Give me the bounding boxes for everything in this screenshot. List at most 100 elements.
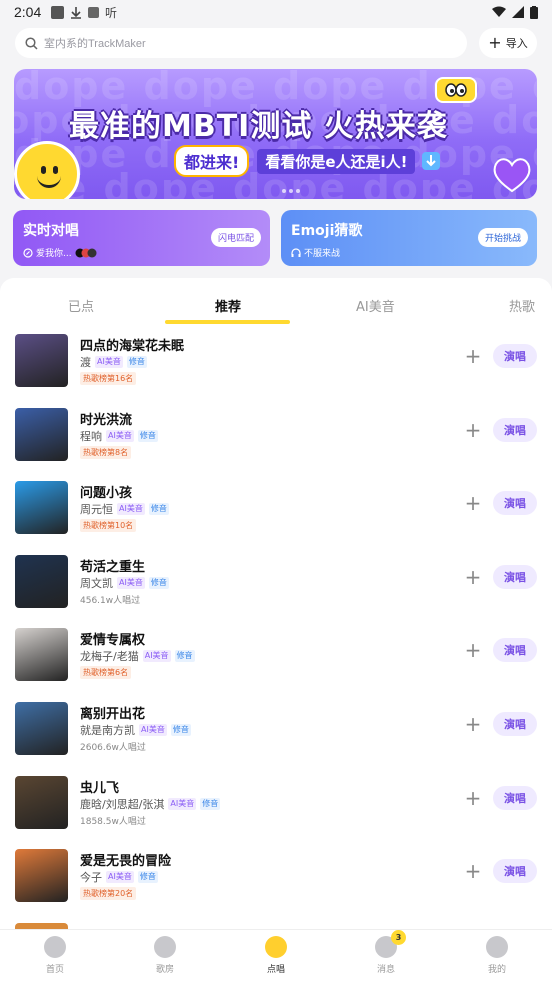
nav-room[interactable]: 歌房: [135, 936, 195, 975]
heart-icon: [493, 158, 531, 193]
pitch-fix-tag: 修音: [148, 503, 169, 516]
nav-messages[interactable]: 3 消息: [356, 930, 416, 975]
challenge-button[interactable]: 开始挑战: [477, 228, 528, 247]
add-icon[interactable]: +: [464, 420, 482, 440]
sing-button[interactable]: 演唱: [493, 564, 537, 589]
add-icon[interactable]: +: [464, 788, 482, 808]
duet-card[interactable]: 实时对唱 爱我你... 闪电匹配: [13, 210, 270, 266]
message-badge: 3: [391, 930, 406, 945]
song-meta: 渡 AI美音 修音: [80, 354, 147, 370]
ai-voice-tag: AI美音: [142, 650, 171, 663]
sing-button[interactable]: 演唱: [493, 859, 537, 884]
sing-button[interactable]: 演唱: [493, 491, 537, 516]
listen-icon: 听: [105, 6, 117, 19]
song-title: 虫儿飞: [80, 780, 120, 796]
song-plays: 2606.6w人唱过: [80, 743, 146, 753]
song-rank: 热歌榜第8名: [80, 445, 132, 459]
song-panel: 已点 推荐 AI美音 热歌 四点的海棠花未眠 渡 AI美音 修音 热歌榜第16名…: [0, 278, 552, 981]
song-row[interactable]: 苟活之重生 周文凯 AI美音 修音 456.1w人唱过 + 演唱: [0, 551, 552, 613]
add-icon[interactable]: +: [464, 861, 482, 881]
banner-highlight: 都进来!: [174, 145, 250, 177]
emoji-guess-card[interactable]: Emoji猜歌 不服来战 开始挑战: [281, 210, 537, 266]
song-artist: 周文凯: [80, 576, 113, 590]
import-label: 导入: [505, 37, 528, 50]
promo-banner[interactable]: dope dope dope dope dope dope dope dope …: [14, 69, 537, 199]
tab-recommend[interactable]: 推荐: [215, 296, 241, 315]
song-row[interactable]: 时光洪流 程响 AI美音 修音 热歌榜第8名 + 演唱: [0, 404, 552, 466]
song-row[interactable]: 四点的海棠花未眠 渡 AI美音 修音 热歌榜第16名 + 演唱: [0, 330, 552, 392]
headphones-icon: [291, 247, 301, 257]
song-title: 时光洪流: [80, 412, 133, 428]
song-artist: 鹿晗/刘思超/张淇: [80, 797, 165, 811]
room-icon: [154, 936, 176, 958]
song-title: 离别开出花: [80, 707, 146, 722]
song-cover: [15, 775, 68, 829]
tab-ordered[interactable]: 已点: [68, 296, 94, 315]
nav-sing[interactable]: 点唱: [246, 936, 306, 975]
song-row[interactable]: 离别开出花 就是南方凯 AI美音 修音 2606.6w人唱过 + 演唱: [0, 698, 552, 760]
sing-button[interactable]: 演唱: [493, 344, 537, 368]
song-row[interactable]: 问题小孩 周元恒 AI美音 修音 热歌榜第10名 + 演唱: [0, 477, 552, 539]
song-meta: 周元恒 AI美音 修音: [80, 501, 169, 517]
arrow-down-icon: [422, 152, 441, 170]
add-icon[interactable]: +: [464, 567, 482, 587]
import-button[interactable]: + 导入: [479, 28, 537, 58]
pitch-fix-tag: 修音: [200, 797, 221, 810]
profile-icon: [486, 936, 508, 958]
song-title: 问题小孩: [80, 486, 133, 502]
banner-subtitle-text: 看看你是e人还是i人!: [257, 148, 416, 174]
app-icon: [88, 6, 100, 18]
song-rank: 热歌榜第16名: [80, 372, 137, 385]
song-cover: [15, 702, 68, 755]
add-icon[interactable]: +: [464, 714, 482, 734]
ai-voice-tag: AI美音: [117, 576, 145, 589]
sing-button[interactable]: 演唱: [493, 785, 537, 810]
song-plays: 1858.5w人唱过: [80, 816, 146, 827]
tab-indicator: [165, 320, 290, 324]
pitch-fix-tag: 修音: [137, 429, 158, 442]
download-icon: [71, 6, 82, 19]
avatars-icon: [75, 248, 97, 257]
add-icon[interactable]: +: [464, 346, 482, 366]
eyes-sticker-icon: [435, 77, 477, 103]
sing-button[interactable]: 演唱: [493, 712, 537, 736]
song-title: 爱是无畏的冒险: [80, 854, 172, 870]
song-meta: 今子 AI美音 修音: [80, 869, 158, 885]
song-artist: 程响: [80, 429, 102, 443]
tab-hot[interactable]: 热歌: [509, 296, 535, 315]
nav-home[interactable]: 首页: [25, 936, 85, 975]
emoji-card-sub: 不服来战: [291, 246, 527, 259]
ai-voice-tag: AI美音: [106, 429, 134, 442]
song-row[interactable]: 爱是无畏的冒险 今子 AI美音 修音 热歌榜第20名 + 演唱: [0, 845, 552, 907]
pitch-fix-tag: 修音: [148, 576, 169, 589]
home-icon: [44, 936, 66, 958]
match-button[interactable]: 闪电匹配: [210, 228, 261, 247]
sing-button[interactable]: 演唱: [493, 638, 537, 663]
song-meta: 鹿晗/刘思超/张淇 AI美音 修音: [80, 796, 221, 812]
song-row[interactable]: 爱情专属权 龙梅子/老猫 AI美音 修音 热歌榜第6名 + 演唱: [0, 624, 552, 686]
search-input[interactable]: 室内系的TrackMaker: [15, 28, 467, 58]
ai-voice-tag: AI美音: [117, 503, 145, 516]
pitch-fix-tag: 修音: [174, 650, 195, 663]
bottom-nav: 首页 歌房 点唱 3 消息 我的: [0, 929, 552, 981]
banner-subtitle: 都进来! 看看你是e人还是i人!: [174, 145, 441, 177]
pitch-fix-tag: 修音: [137, 871, 158, 884]
song-meta: 就是南方凯 AI美音 修音: [80, 722, 191, 738]
nav-profile[interactable]: 我的: [467, 936, 527, 975]
add-icon[interactable]: +: [464, 493, 482, 513]
song-artist: 周元恒: [80, 503, 113, 517]
song-row[interactable]: 虫儿飞 鹿晗/刘思超/张淇 AI美音 修音 1858.5w人唱过 + 演唱: [0, 772, 552, 834]
song-meta: 周文凯 AI美音 修音: [80, 575, 169, 591]
tab-ai-voice[interactable]: AI美音: [356, 296, 395, 315]
sing-button[interactable]: 演唱: [493, 417, 537, 442]
notification-icon: [51, 5, 65, 19]
song-rank: 热歌榜第10名: [80, 519, 137, 533]
song-cover: [15, 334, 68, 387]
song-cover: [15, 628, 68, 682]
battery-icon: [530, 5, 538, 19]
status-bar: 2:04 听: [0, 0, 552, 24]
add-icon[interactable]: +: [464, 640, 482, 660]
ai-voice-tag: AI美音: [139, 724, 167, 736]
song-cover: [15, 481, 68, 535]
song-rank: 热歌榜第6名: [80, 666, 132, 680]
